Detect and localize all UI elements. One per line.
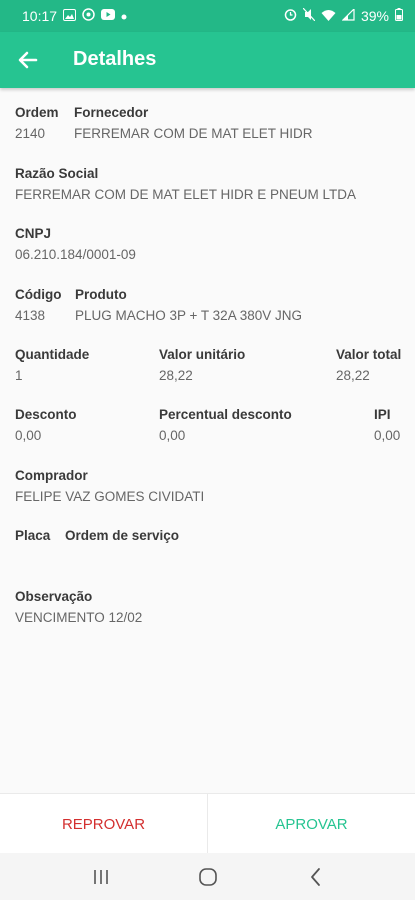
status-bar: 10:17 39%: [0, 0, 415, 32]
valor-unitario-value: 28,22: [159, 368, 193, 383]
back-arrow-icon[interactable]: [14, 46, 42, 74]
cnpj-label: CNPJ: [15, 226, 52, 241]
ordem-servico-label: Ordem de serviço: [65, 528, 180, 543]
observacao-label: Observação: [15, 589, 93, 604]
gallery-notification-icon: [63, 8, 77, 24]
produto-value: PLUG MACHO 3P + T 32A 380V JNG: [75, 308, 302, 323]
youtube-icon: [101, 9, 116, 23]
percentual-desconto-value: 0,00: [159, 428, 186, 443]
codigo-value: 4138: [15, 308, 46, 323]
recent-apps-icon[interactable]: [87, 865, 115, 889]
cnpj-value: 06.210.184/0001-09: [15, 247, 136, 262]
valor-total-label: Valor total: [336, 347, 402, 362]
comprador-label: Comprador: [15, 468, 88, 483]
app-bar: Detalhes: [0, 32, 415, 88]
alarm-icon: [284, 8, 297, 24]
mute-icon: [302, 7, 316, 24]
desconto-value: 0,00: [15, 428, 42, 443]
status-time: 10:17: [22, 8, 58, 24]
desconto-label: Desconto: [15, 407, 77, 422]
valor-total-value: 28,22: [336, 368, 370, 383]
quantidade-label: Quantidade: [15, 347, 90, 362]
codigo-label: Código: [15, 287, 62, 302]
placa-label: Placa: [15, 528, 51, 543]
battery-icon: [395, 8, 403, 24]
notification-dot-icon: [121, 9, 127, 23]
percentual-desconto-label: Percentual desconto: [159, 407, 292, 422]
fornecedor-label: Fornecedor: [74, 105, 149, 120]
whatsapp-icon: [82, 8, 95, 24]
action-bar: REPROVAR APROVAR: [0, 793, 415, 854]
razao-social-label: Razão Social: [15, 166, 99, 181]
battery-percent: 39%: [360, 8, 389, 24]
nav-back-icon[interactable]: [302, 865, 330, 889]
valor-unitario-label: Valor unitário: [159, 347, 246, 362]
observacao-value: VENCIMENTO 12/02: [15, 610, 143, 625]
quantidade-value: 1: [15, 368, 23, 383]
approve-button[interactable]: APROVAR: [208, 794, 415, 854]
system-navigation-bar: [0, 853, 415, 900]
home-icon[interactable]: [194, 865, 222, 889]
ordem-label: Ordem: [15, 105, 59, 120]
page-title: Detalhes: [73, 48, 157, 70]
ipi-value: 0,00: [374, 428, 401, 443]
ordem-value: 2140: [15, 126, 46, 141]
razao-social-value: FERREMAR COM DE MAT ELET HIDR E PNEUM LT…: [15, 187, 357, 202]
wifi-icon: [321, 9, 336, 24]
produto-label: Produto: [75, 287, 127, 302]
fornecedor-value: FERREMAR COM DE MAT ELET HIDR: [74, 126, 313, 141]
comprador-value: FELIPE VAZ GOMES CIVIDATI: [15, 489, 205, 504]
ipi-label: IPI: [374, 407, 391, 422]
signal-icon: [341, 7, 355, 24]
reject-button[interactable]: REPROVAR: [0, 794, 208, 854]
